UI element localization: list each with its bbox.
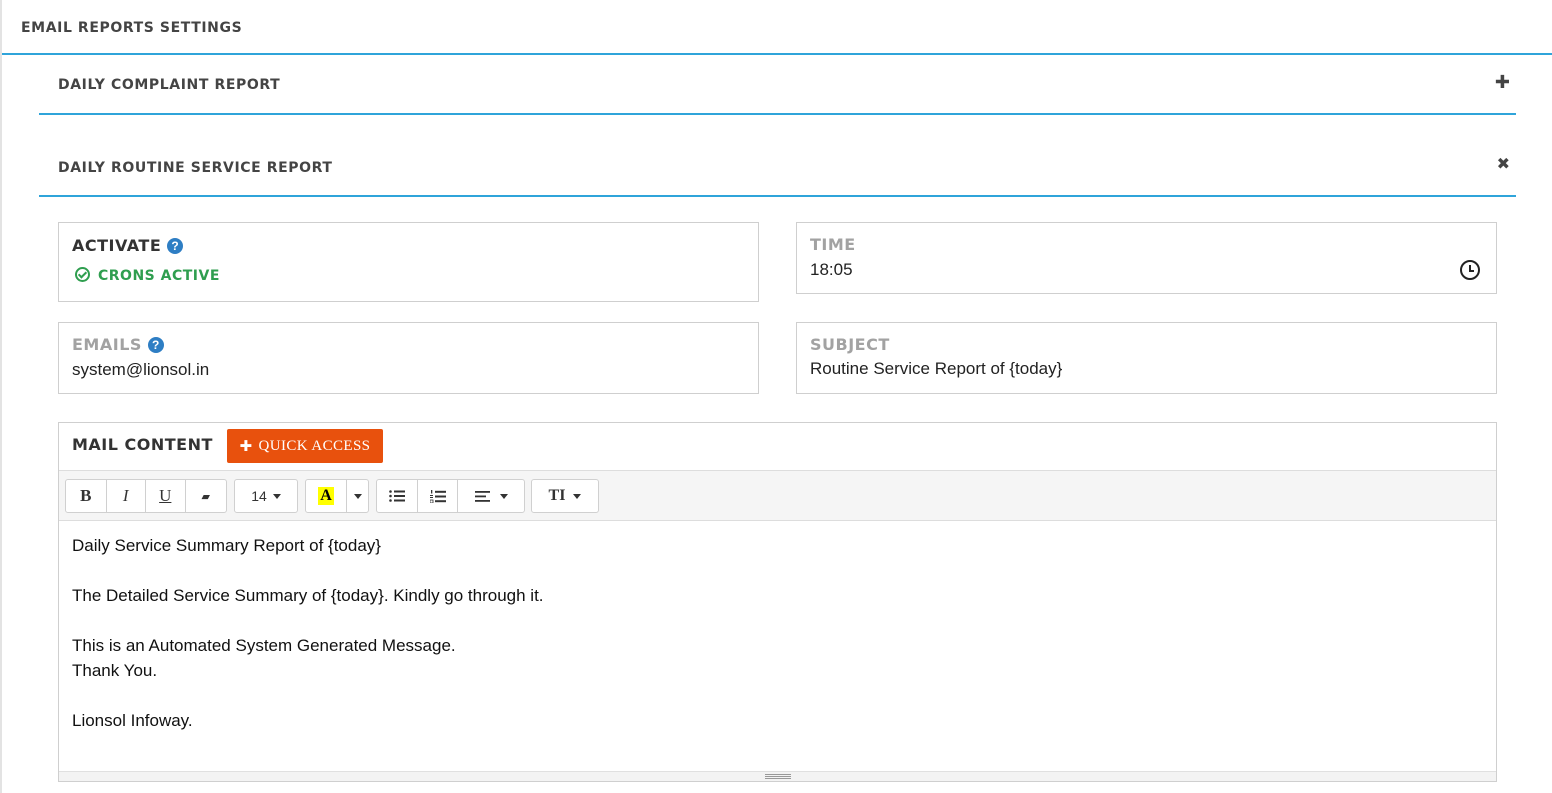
- mail-body-line: The Detailed Service Summary of {today}.…: [72, 586, 544, 605]
- left-border: [0, 0, 2, 793]
- activate-label: ACTIVATE?: [72, 236, 184, 255]
- plus-icon: ✚: [239, 437, 253, 455]
- height-group: TI: [531, 479, 599, 513]
- quick-access-label: QUICK ACCESS: [258, 437, 371, 454]
- mail-body-line: This is an Automated System Generated Me…: [72, 636, 456, 655]
- check-circle-icon: [75, 267, 90, 282]
- highlight-icon: A: [318, 487, 334, 505]
- time-field[interactable]: TIME 18:05: [796, 222, 1497, 294]
- activate-label-text: ACTIVATE: [72, 236, 162, 255]
- accordion-daily-complaint-report[interactable]: DAILY COMPLAINT REPORT ✚: [39, 56, 1516, 115]
- quick-access-button[interactable]: ✚ QUICK ACCESS: [227, 429, 383, 463]
- text-height-icon: TI: [548, 487, 566, 504]
- mail-body-line: Thank You.: [72, 661, 158, 680]
- accordion-title: DAILY ROUTINE SERVICE REPORT: [58, 160, 333, 176]
- chevron-down-icon: [353, 493, 362, 499]
- grip-icon: [765, 774, 791, 779]
- align-left-icon: [474, 490, 490, 502]
- subject-label: SUBJECT: [810, 335, 890, 354]
- chevron-down-icon: [573, 493, 582, 499]
- page-title: EMAIL REPORTS SETTINGS: [21, 20, 243, 36]
- color-dropdown[interactable]: [347, 480, 368, 512]
- italic-button[interactable]: I: [107, 480, 147, 512]
- email-reports-header: EMAIL REPORTS SETTINGS: [2, 0, 1552, 55]
- time-value[interactable]: 18:05: [810, 260, 853, 280]
- emails-label-text: EMAILS: [72, 335, 142, 354]
- bullet-list-button[interactable]: [377, 480, 418, 512]
- subject-value[interactable]: Routine Service Report of {today}: [810, 359, 1062, 379]
- time-label: TIME: [810, 235, 856, 254]
- color-group: A: [305, 479, 369, 513]
- subject-field[interactable]: SUBJECT Routine Service Report of {today…: [796, 322, 1497, 394]
- font-size-group: 14: [234, 479, 298, 513]
- underline-button[interactable]: U: [146, 480, 186, 512]
- chevron-down-icon: [272, 493, 281, 499]
- eraser-icon[interactable]: ▰: [186, 480, 226, 512]
- editor-toolbar: B I U ▰ 14 A TI: [59, 470, 1496, 521]
- crons-status-toggle[interactable]: CRONS ACTIVE: [75, 267, 220, 284]
- mail-body-editor[interactable]: Daily Service Summary Report of {today} …: [59, 521, 1496, 771]
- crons-status-text: CRONS ACTIVE: [98, 268, 220, 284]
- accordion-title: DAILY COMPLAINT REPORT: [58, 77, 281, 93]
- chevron-down-icon: [499, 493, 508, 499]
- bold-button[interactable]: B: [66, 480, 107, 512]
- help-icon[interactable]: ?: [167, 238, 184, 254]
- emails-field[interactable]: EMAILS? system@lionsol.in: [58, 322, 759, 394]
- mail-body-line: [72, 608, 1483, 633]
- accordion-daily-routine-service-report[interactable]: DAILY ROUTINE SERVICE REPORT ✖: [39, 115, 1516, 197]
- close-icon[interactable]: ✖: [1497, 156, 1510, 172]
- mail-content-card: MAIL CONTENT ✚ QUICK ACCESS B I U ▰ 14 A: [58, 422, 1497, 782]
- help-icon[interactable]: ?: [147, 337, 164, 353]
- numbered-list-button[interactable]: [418, 480, 458, 512]
- editor-resize-handle[interactable]: [59, 771, 1496, 781]
- emails-label: EMAILS?: [72, 335, 164, 354]
- activate-card: ACTIVATE? CRONS ACTIVE: [58, 222, 759, 302]
- bullet-list-icon: [389, 490, 405, 502]
- text-height-dropdown[interactable]: TI: [532, 480, 598, 512]
- mail-content-label: MAIL CONTENT: [72, 435, 213, 454]
- emails-value[interactable]: system@lionsol.in: [72, 360, 209, 380]
- mail-body-line: Lionsol Infoway.: [72, 711, 193, 730]
- font-size-value: 14: [251, 488, 267, 504]
- font-size-dropdown[interactable]: 14: [235, 480, 297, 512]
- highlight-color-button[interactable]: A: [306, 480, 347, 512]
- mail-body-line: [72, 558, 1483, 583]
- mail-body-line: [72, 683, 1483, 708]
- numbered-list-icon: [429, 489, 446, 503]
- clock-icon[interactable]: [1460, 260, 1480, 280]
- plus-icon[interactable]: ✚: [1495, 74, 1510, 92]
- align-dropdown[interactable]: [458, 480, 524, 512]
- style-group: B I U ▰: [65, 479, 227, 513]
- paragraph-group: [376, 479, 525, 513]
- mail-body-line: Daily Service Summary Report of {today}: [72, 536, 381, 555]
